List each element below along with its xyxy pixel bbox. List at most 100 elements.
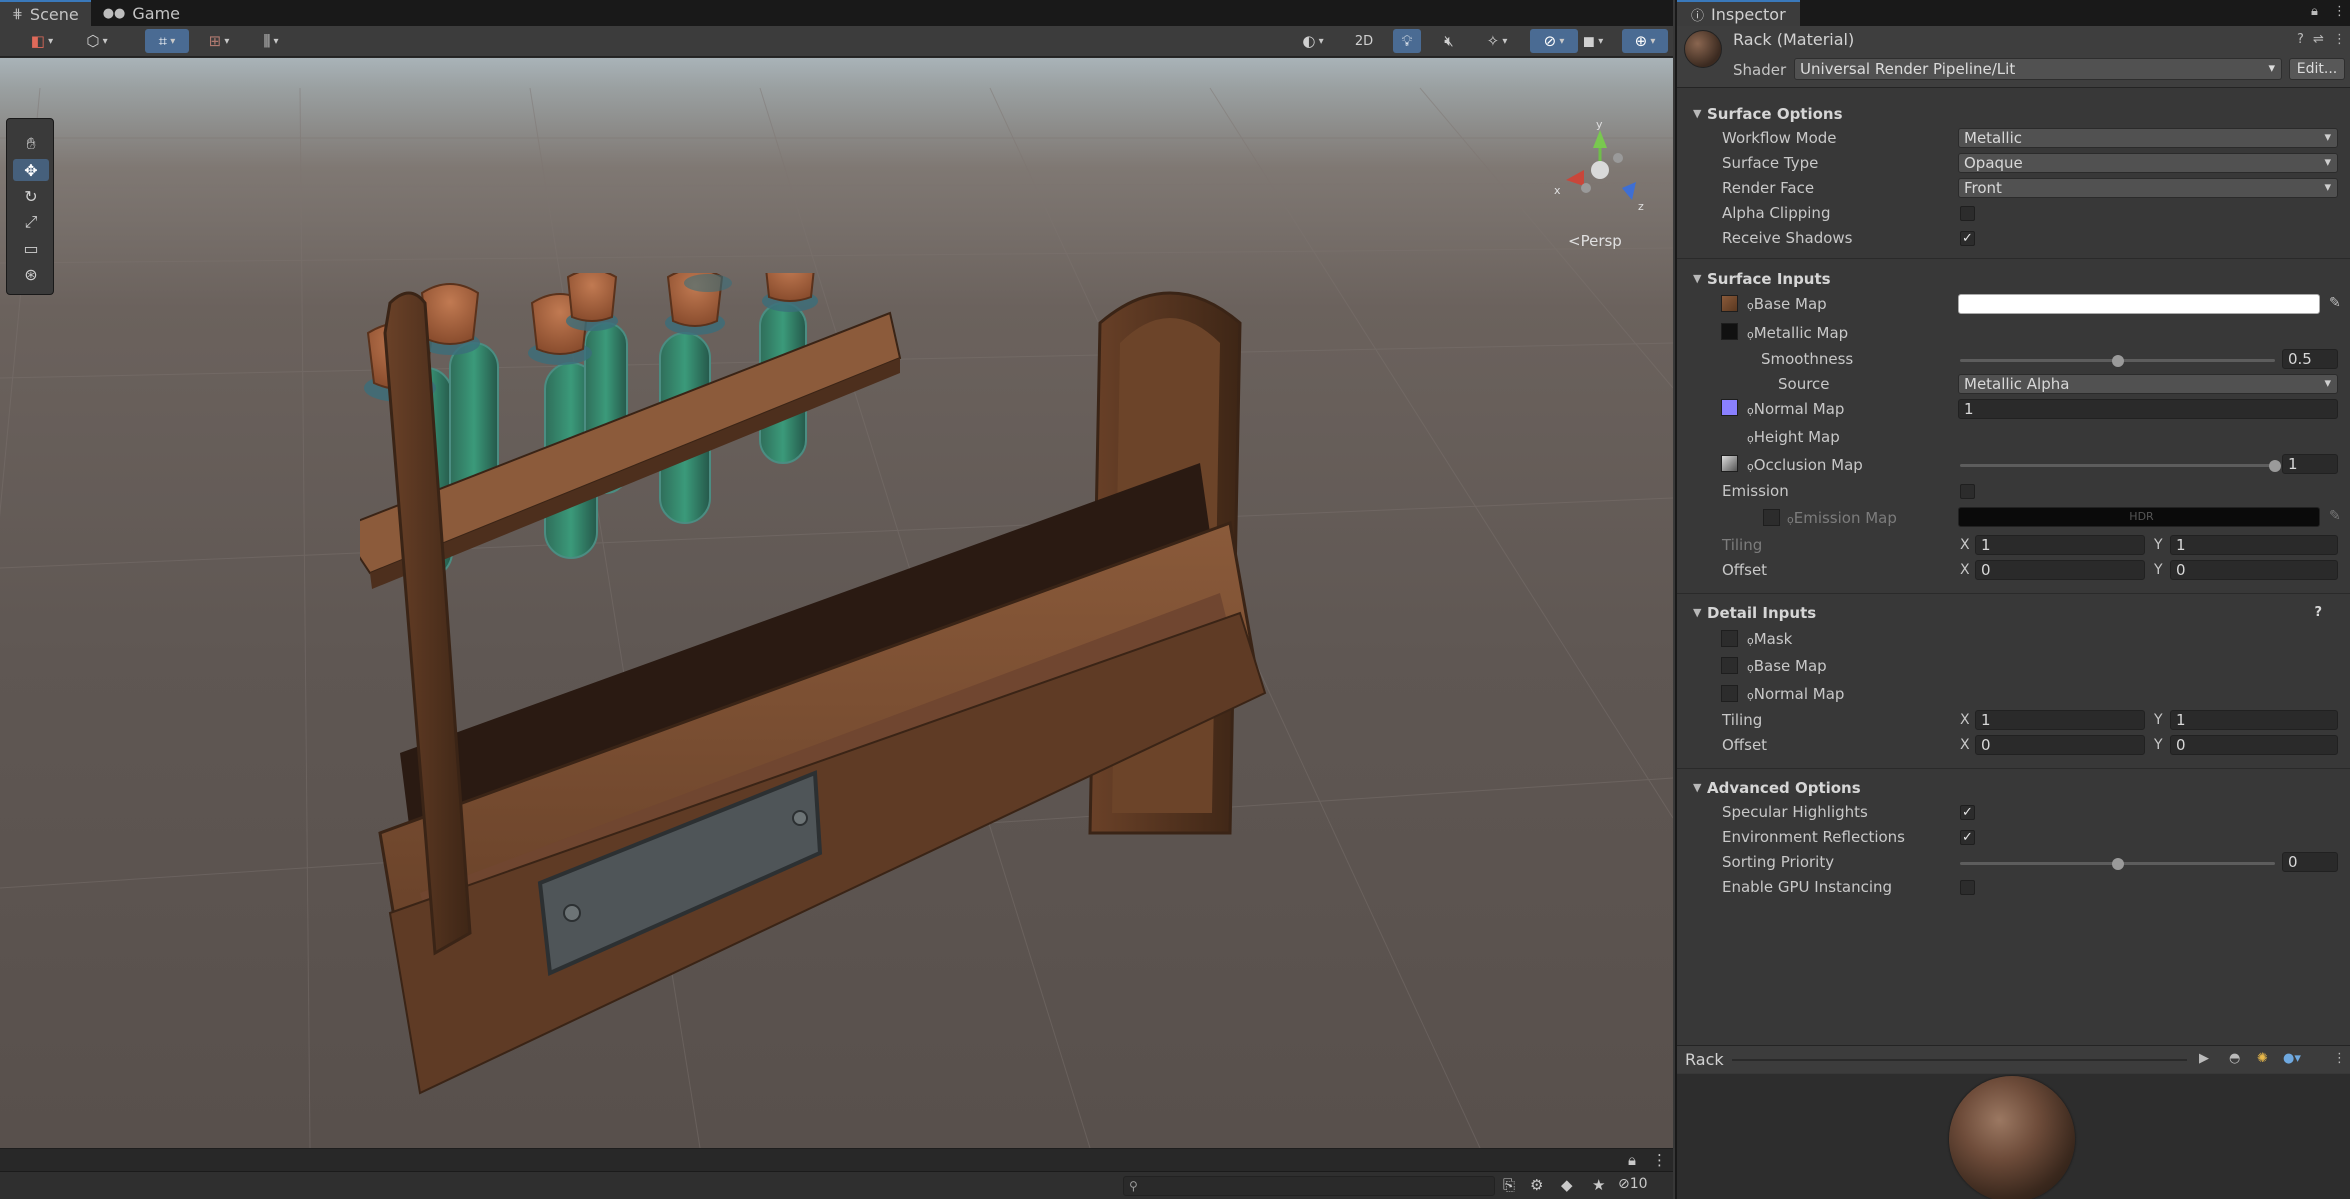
more-menu-icon[interactable]: ⋮ <box>2333 4 2346 19</box>
grid-visibility-button[interactable]: ⫼ ▾ <box>250 29 292 53</box>
shading-mode-dropdown[interactable]: ⬡ ▾ <box>76 29 118 53</box>
tab-scene[interactable]: ⋕ Scene <box>0 0 91 26</box>
grid-snap-button[interactable]: ⌗ ▾ <box>145 29 189 53</box>
sphere-mesh-icon[interactable]: ◓ <box>2229 1051 2240 1066</box>
detail-offset-y-field[interactable]: 0 <box>2170 735 2338 755</box>
tiling-x-field[interactable]: 1 <box>1975 535 2145 555</box>
axis-y-label: y <box>1596 118 1603 131</box>
help-icon[interactable]: ? <box>2314 602 2322 624</box>
hand-tool[interactable]: ✋︎ <box>13 133 49 155</box>
render-face-dropdown[interactable]: Front <box>1958 178 2338 198</box>
scale-tool[interactable]: ⤢ <box>13 211 49 233</box>
preview-resize-handle[interactable] <box>1732 1059 2187 1061</box>
detail-normal-map-texture-slot[interactable] <box>1721 685 1738 702</box>
surface-options-title: Surface Options <box>1707 105 1843 123</box>
more-menu-icon[interactable]: ⋮ <box>2333 32 2346 47</box>
detail-tiling-x-field[interactable]: 1 <box>1975 710 2145 730</box>
star-icon[interactable]: ★ <box>1592 1176 1605 1194</box>
diagnostics-icon[interactable]: ⎘ <box>1503 1176 1515 1194</box>
rotate-tool[interactable]: ↻ <box>13 185 49 207</box>
lock-icon[interactable]: 🔒︎ <box>1628 1151 1636 1169</box>
occlusion-map-texture-slot[interactable] <box>1721 455 1738 472</box>
toggle-2d-button[interactable]: 2D <box>1348 29 1380 53</box>
detail-normal-map-text: Normal Map <box>1753 685 1845 703</box>
projection-toggle[interactable]: <Persp <box>1568 232 1622 250</box>
occlusion-slider[interactable] <box>1960 464 2275 467</box>
camera-dropdown[interactable]: ◼ ▾ <box>1572 29 1614 53</box>
base-map-texture-slot[interactable] <box>1721 295 1738 312</box>
offset-y-field[interactable]: 0 <box>2170 560 2338 580</box>
audio-toggle[interactable]: 🔇︎ <box>1435 29 1463 53</box>
advanced-options-header[interactable]: ▼ Advanced Options <box>1677 777 2350 799</box>
source-dropdown[interactable]: Metallic Alpha <box>1958 374 2338 394</box>
receive-shadows-checkbox[interactable]: ✓ <box>1960 231 1975 246</box>
tab-game[interactable]: ●● Game <box>91 0 192 26</box>
edit-shader-button[interactable]: Edit... <box>2289 58 2345 80</box>
scene-viewport[interactable]: ✋︎ ✥ ↻ ⤢ ▭ ⊛ y x z <Persp <box>0 58 1673 1148</box>
emission-map-texture-slot[interactable] <box>1763 509 1780 526</box>
metallic-map-texture-slot[interactable] <box>1721 323 1738 340</box>
hand-icon: ✋︎ <box>26 134 36 153</box>
surface-options-header[interactable]: ▼ Surface Options <box>1677 103 2350 125</box>
smoothness-slider-knob[interactable] <box>2111 355 2124 367</box>
gpu-instancing-checkbox[interactable] <box>1960 880 1975 895</box>
occlusion-slider-knob[interactable] <box>2269 460 2281 472</box>
sorting-priority-field[interactable]: 0 <box>2282 852 2338 872</box>
detail-inputs-header[interactable]: ▼ Detail Inputs? <box>1677 602 2350 624</box>
link-icon: ọ <box>1747 661 1754 674</box>
detail-offset-x-field[interactable]: 0 <box>1975 735 2145 755</box>
more-menu-icon[interactable]: ⋮ <box>2333 1051 2346 1066</box>
material-preview[interactable] <box>1677 1074 2350 1199</box>
effects-dropdown[interactable]: ✧ ▾ <box>1476 29 1518 53</box>
shader-dropdown[interactable]: Universal Render Pipeline/Lit ▾ <box>1794 58 2282 80</box>
base-map-text: Base Map <box>1753 295 1827 313</box>
chevron-down-icon: ▾ <box>2268 61 2275 76</box>
tab-inspector[interactable]: ⓘ Inspector <box>1677 0 1800 26</box>
transform-tool[interactable]: ⊛ <box>13 263 49 285</box>
play-icon[interactable]: ▶ <box>2199 1051 2209 1066</box>
potion-rack-model[interactable] <box>360 273 1380 1133</box>
preset-icon[interactable]: ⇌ <box>2313 32 2324 47</box>
console-search-input[interactable]: ⚲ <box>1123 1176 1495 1196</box>
lighting-toggle[interactable]: 💡︎ <box>1393 29 1421 53</box>
normal-map-text: Normal Map <box>1753 400 1845 418</box>
lock-icon[interactable]: 🔒︎ <box>2311 4 2318 19</box>
detail-base-map-text: Base Map <box>1753 657 1827 675</box>
smoothness-value-field[interactable]: 0.5 <box>2282 349 2338 369</box>
emission-checkbox[interactable] <box>1960 484 1975 499</box>
sorting-priority-slider-knob[interactable] <box>2111 858 2124 870</box>
help-icon[interactable]: ? <box>2297 32 2304 47</box>
hidden-count-badge[interactable]: ⊘10 <box>1618 1176 1648 1192</box>
gizmos-dropdown[interactable]: ⊕ ▾ <box>1622 29 1668 53</box>
environment-reflections-checkbox[interactable]: ✓ <box>1960 830 1975 845</box>
workflow-mode-dropdown[interactable]: Metallic <box>1958 128 2338 148</box>
increment-snap-button[interactable]: ⊞ ▾ <box>198 29 240 53</box>
preview-shape-dropdown[interactable]: ●▾ <box>2283 1051 2301 1066</box>
normal-map-scale-field[interactable]: 1 <box>1958 399 2338 419</box>
specular-highlights-checkbox[interactable]: ✓ <box>1960 805 1975 820</box>
hidden-objects-toggle[interactable]: ⊘ ▾ <box>1530 29 1578 53</box>
gizmo-tool-dropdown[interactable]: ◧ ▾ <box>22 29 62 53</box>
alpha-clipping-checkbox[interactable] <box>1960 206 1975 221</box>
normal-map-texture-slot[interactable] <box>1721 399 1738 416</box>
detail-base-map-texture-slot[interactable] <box>1721 657 1738 674</box>
detail-mask-texture-slot[interactable] <box>1721 630 1738 647</box>
tag-icon[interactable]: ◆ <box>1561 1176 1573 1194</box>
eyedropper-icon[interactable]: ✎ <box>2329 295 2341 311</box>
light-icon[interactable]: ✺ <box>2257 1051 2268 1066</box>
detail-tiling-y-field[interactable]: 1 <box>2170 710 2338 730</box>
emission-color-field[interactable]: HDR <box>1958 507 2320 527</box>
more-menu-icon[interactable]: ⋮ <box>1652 1151 1667 1169</box>
move-tool[interactable]: ✥ <box>13 159 49 181</box>
base-map-color-field[interactable] <box>1958 294 2320 314</box>
rect-tool[interactable]: ▭ <box>13 237 49 259</box>
occlusion-value-field[interactable]: 1 <box>2282 454 2338 474</box>
orientation-gizmo[interactable]: y x z <box>1540 118 1660 228</box>
eyedropper-icon[interactable]: ✎ <box>2329 508 2341 524</box>
orientation-dropdown[interactable]: ◐ ▾ <box>1292 29 1334 53</box>
package-icon[interactable]: ⚙ <box>1530 1176 1543 1194</box>
surface-inputs-header[interactable]: ▼ Surface Inputs <box>1677 268 2350 290</box>
tiling-y-field[interactable]: 1 <box>2170 535 2338 555</box>
offset-x-field[interactable]: 0 <box>1975 560 2145 580</box>
surface-type-dropdown[interactable]: Opaque <box>1958 153 2338 173</box>
